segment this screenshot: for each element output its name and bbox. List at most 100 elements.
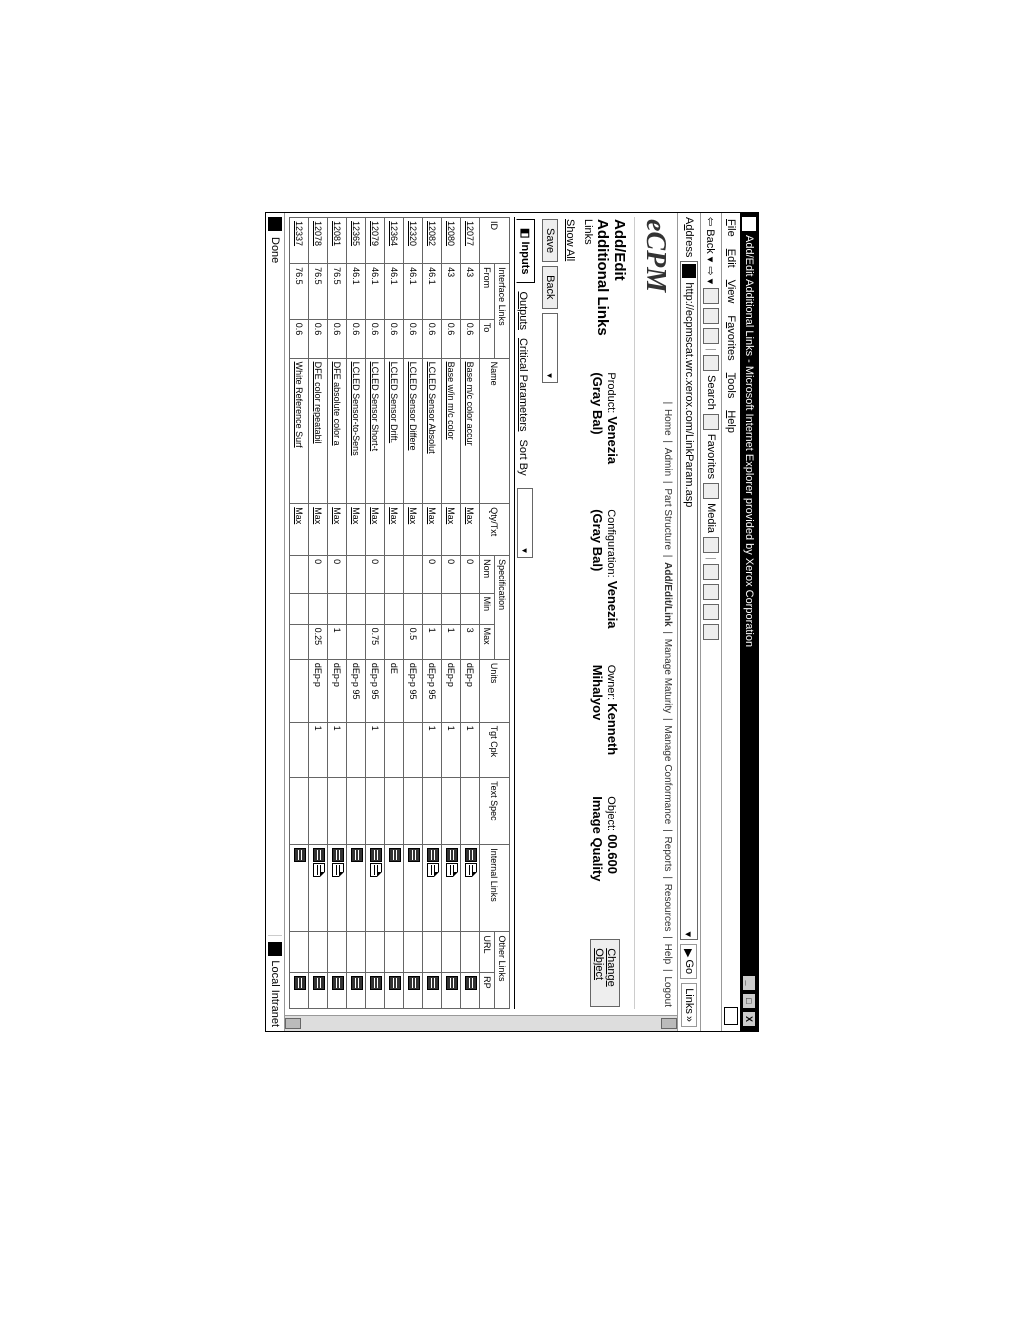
discuss-icon[interactable] [703,623,719,639]
nav-manage-maturity[interactable]: Manage Maturity [662,638,673,712]
internal-link-icon[interactable] [389,848,401,862]
cell-name[interactable]: DFE color repeatabil [309,358,328,504]
media-button[interactable]: Media [705,503,717,533]
cell-id[interactable]: 12078 [309,217,328,263]
internal-link-icon[interactable] [408,848,420,862]
nav-part-structure[interactable]: Part Structure [662,488,673,550]
favorites-icon[interactable] [703,413,719,429]
vertical-scrollbar[interactable] [285,1015,677,1031]
cell-qty[interactable]: Max [461,503,480,555]
nav-help[interactable]: Help [662,943,673,964]
internal-link-icon[interactable] [465,863,477,877]
internal-link-icon[interactable] [427,863,439,877]
search-button[interactable]: Search [705,374,717,409]
cell-qty[interactable]: Max [423,503,442,555]
cell-name[interactable]: Base m/c color accur [461,358,480,504]
go-button[interactable]: ▶ Go [681,944,698,979]
internal-link-icon[interactable] [332,848,344,862]
cell-name[interactable]: LCLED Sensor Short-t [366,358,385,504]
internal-link-icon[interactable] [313,848,325,862]
cell-qty[interactable]: Max [385,503,404,555]
cell-qty[interactable]: Max [404,503,423,555]
cell-id[interactable]: 12077 [461,217,480,263]
menu-help[interactable]: Help [725,410,737,433]
internal-link-icon[interactable] [294,848,306,862]
tab-critical[interactable]: Critical Parameters [517,337,529,431]
back-button[interactable]: ⇦ Back ▾ [705,217,718,262]
save-button[interactable]: Save [542,219,558,262]
refresh-icon[interactable] [703,308,719,324]
cell-name[interactable]: LCLED Sensor Absolut [423,358,442,504]
links-button[interactable]: Links » [681,983,697,1027]
rp-icon[interactable] [351,976,363,990]
cell-qty[interactable]: Max [442,503,461,555]
cell-id[interactable]: 12079 [366,217,385,263]
menu-tools[interactable]: Tools [725,372,737,398]
close-button[interactable]: X [742,1011,756,1027]
rp-icon[interactable] [370,976,382,990]
cell-id[interactable]: 12365 [347,217,366,263]
rp-icon[interactable] [313,976,325,990]
cell-name[interactable]: White Reference Surf [290,358,309,504]
cell-name[interactable]: LCLED Sensor Drift. [385,358,404,504]
favorites-button[interactable]: Favorites [705,433,717,478]
internal-link-icon[interactable] [351,848,363,862]
cell-name[interactable]: LCLED Sensor-to-Sens [347,358,366,504]
nav-home[interactable]: Home [662,408,673,435]
rp-icon[interactable] [332,976,344,990]
change-object-button[interactable]: Change Object [590,939,620,1007]
internal-link-icon[interactable] [446,848,458,862]
cell-id[interactable]: 12081 [328,217,347,263]
cell-name[interactable]: DFE absolute color a [328,358,347,504]
print-icon[interactable] [703,583,719,599]
address-input[interactable]: http://ecpmscat.wrc.xerox.com/LinkParam.… [680,261,698,940]
cell-qty[interactable]: Max [366,503,385,555]
rp-icon[interactable] [465,976,477,990]
internal-link-icon[interactable] [465,848,477,862]
cell-id[interactable]: 12364 [385,217,404,263]
cell-qty[interactable]: Max [347,503,366,555]
menu-file[interactable]: File [725,219,737,237]
stop-icon[interactable] [703,288,719,304]
internal-link-icon[interactable] [313,863,325,877]
maximize-button[interactable]: □ [742,993,756,1009]
nav-admin[interactable]: Admin [662,447,673,475]
nav-reports[interactable]: Reports [662,836,673,871]
cell-name[interactable]: LCLED Sensor Differe [404,358,423,504]
internal-link-icon[interactable] [370,863,382,877]
rp-icon[interactable] [446,976,458,990]
cell-name[interactable]: Base w/in m/c color [442,358,461,504]
cell-id[interactable]: 12337 [290,217,309,263]
filter-dropdown[interactable] [542,312,558,382]
cell-id[interactable]: 12320 [404,217,423,263]
menu-favorites[interactable]: Favorites [725,315,737,360]
nav-add-edit-link[interactable]: Add/Edit/Link [662,562,673,626]
internal-link-icon[interactable] [332,863,344,877]
rp-icon[interactable] [389,976,401,990]
nav-resources[interactable]: Resources [662,883,673,931]
search-icon[interactable] [703,354,719,370]
nav-logout[interactable]: Logout [662,976,673,1007]
cell-qty[interactable]: Max [290,503,309,555]
cell-qty[interactable]: Max [309,503,328,555]
cell-id[interactable]: 12080 [442,217,461,263]
back-button-page[interactable]: Back [542,266,558,308]
nav-manage-conformance[interactable]: Manage Conformance [662,725,673,824]
sort-by-dropdown[interactable] [517,487,533,557]
tab-outputs[interactable]: Outputs [517,291,529,330]
rp-icon[interactable] [427,976,439,990]
tab-inputs[interactable]: ◧ Inputs [516,219,535,283]
forward-button[interactable]: ⇨ ▾ [705,266,718,284]
media-icon[interactable] [703,483,719,499]
history-icon[interactable] [703,537,719,553]
minimize-button[interactable]: _ [742,975,756,991]
mail-icon[interactable] [703,563,719,579]
menu-view[interactable]: View [725,279,737,303]
show-all-link[interactable]: Show All [560,217,576,1009]
cell-id[interactable]: 12082 [423,217,442,263]
home-icon[interactable] [703,328,719,344]
internal-link-icon[interactable] [370,848,382,862]
internal-link-icon[interactable] [446,863,458,877]
rp-icon[interactable] [294,976,306,990]
internal-link-icon[interactable] [427,848,439,862]
